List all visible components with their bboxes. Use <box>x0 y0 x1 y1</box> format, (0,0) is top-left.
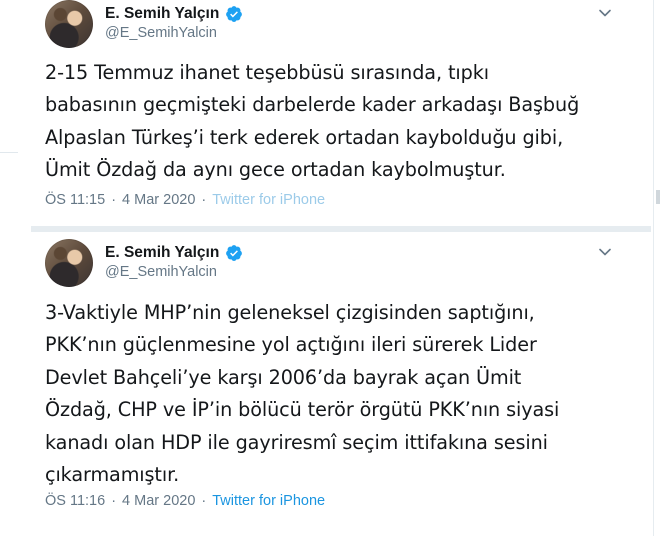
author-handle[interactable]: @E_SemihYalcin <box>105 25 217 41</box>
tweet-source-link[interactable]: Twitter for iPhone <box>212 192 325 208</box>
meta-separator: · <box>111 192 117 208</box>
author-display-name[interactable]: E. Semih Yalçın <box>105 244 219 262</box>
tweet-date[interactable]: 4 Mar 2020 <box>122 493 195 509</box>
tweet-source-link[interactable]: Twitter for iPhone <box>212 493 325 509</box>
tweet-date[interactable]: 4 Mar 2020 <box>122 192 195 208</box>
scrollbar-thumb[interactable] <box>656 190 660 204</box>
meta-separator: · <box>201 493 207 509</box>
tweet-time[interactable]: ÖS 11:16 <box>45 493 105 509</box>
tweet-time[interactable]: ÖS 11:15 <box>45 192 105 208</box>
left-frame-edge <box>0 0 30 536</box>
tweet-text: 3-Vaktiyle MHP’nin geleneksel çizgisinde… <box>45 301 560 487</box>
meta-separator: · <box>111 493 117 509</box>
tweet-text: 2-15 Temmuz ihanet teşebbüsü sırasında, … <box>45 61 580 182</box>
chevron-down-icon[interactable] <box>597 5 613 21</box>
tweet-meta: ÖS 11:15 · 4 Mar 2020 · Twitter for iPho… <box>45 192 325 208</box>
author-row: E. Semih Yalçın <box>105 4 243 24</box>
tweet-meta: ÖS 11:16 · 4 Mar 2020 · Twitter for iPho… <box>45 493 325 509</box>
right-scrollbar[interactable] <box>653 0 662 536</box>
author-handle[interactable]: @E_SemihYalcin <box>105 264 217 280</box>
tweet-card[interactable]: E. Semih Yalçın @E_SemihYalcin 2-15 Temm… <box>31 0 651 222</box>
tweet-card[interactable]: E. Semih Yalçın @E_SemihYalcin 3-Vaktiyl… <box>31 232 651 536</box>
verified-badge-icon <box>226 6 243 22</box>
author-row: E. Semih Yalçın <box>105 243 243 263</box>
verified-badge-icon <box>226 245 243 261</box>
meta-separator: · <box>201 192 207 208</box>
avatar[interactable] <box>45 239 93 287</box>
avatar[interactable] <box>45 0 93 48</box>
chevron-down-icon[interactable] <box>597 244 613 260</box>
left-frame-tick <box>0 152 18 153</box>
author-display-name[interactable]: E. Semih Yalçın <box>105 5 219 23</box>
tweet-feed: E. Semih Yalçın @E_SemihYalcin 2-15 Temm… <box>31 0 651 536</box>
